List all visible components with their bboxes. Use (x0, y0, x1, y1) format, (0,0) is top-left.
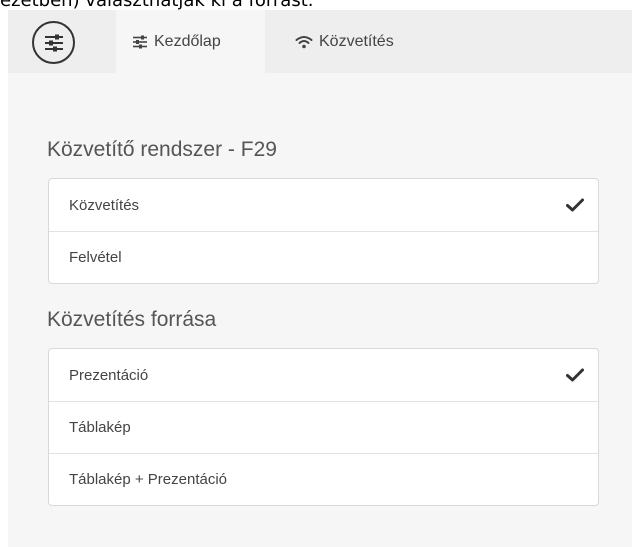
source-list: Prezentáció Táblakép Táblakép + Prezentá… (48, 348, 599, 506)
sliders-icon (133, 35, 147, 48)
list-item-label: Prezentáció (69, 366, 149, 384)
tab-stream-label: Közvetítés (319, 32, 394, 50)
list-item-tablakep[interactable]: Táblakép (49, 401, 598, 453)
list-item-label: Közvetítés (69, 196, 140, 214)
tab-home[interactable]: Kezdőlap (116, 10, 265, 73)
tab-stream[interactable]: Közvetítés (281, 10, 451, 73)
sliders-icon (44, 34, 63, 51)
list-item-kozvetites[interactable]: Közvetítés (49, 179, 598, 231)
list-item-prezentacio[interactable]: Prezentáció (49, 349, 598, 401)
list-item-label: Felvétel (69, 249, 122, 266)
list-item-label: Táblakép (69, 419, 131, 436)
source-section-title: Közvetítés forrása (47, 308, 217, 331)
system-section-title: Közvetítő rendszer - F29 (47, 138, 277, 161)
top-navigation-bar: Kezdőlap Közvetítés (8, 10, 632, 73)
check-icon (566, 198, 584, 212)
app-window: Kezdőlap Közvetítés Közvetítő rendszer -… (8, 10, 632, 547)
list-item-felvetel[interactable]: Felvétel (49, 231, 598, 283)
list-item-label: Táblakép + Prezentáció (69, 471, 228, 488)
menu-button[interactable] (32, 21, 75, 64)
wifi-icon (295, 35, 313, 48)
system-list: Közvetítés Felvétel (48, 178, 599, 284)
tab-home-label: Kezdőlap (154, 32, 221, 50)
check-icon (566, 368, 584, 382)
list-item-tablakep-prezentacio[interactable]: Táblakép + Prezentáció (49, 453, 598, 505)
